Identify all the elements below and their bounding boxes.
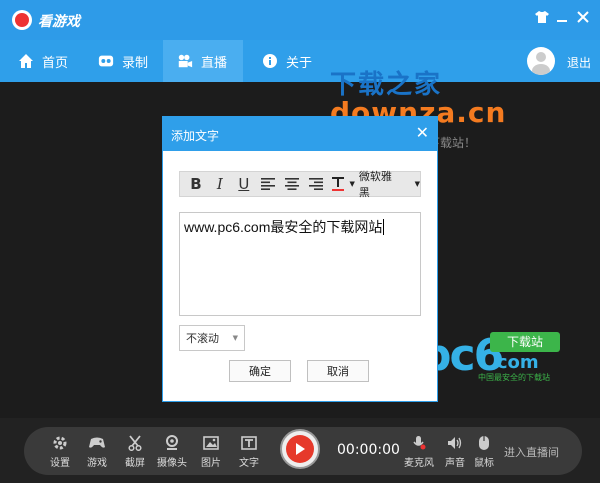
italic-button[interactable]: I [208,172,232,196]
minimize-icon[interactable] [553,10,571,28]
nav-item-live[interactable]: 直播 [163,40,243,82]
skin-icon[interactable] [533,10,551,28]
tool-label: 鼠标 [474,458,494,469]
nav-label: 首页 [42,55,69,71]
ok-button[interactable]: 确定 [229,360,291,382]
microphone-button[interactable]: 麦克风 [404,434,434,469]
mouse-button[interactable]: 鼠标 [469,434,499,469]
close-icon[interactable]: ✕ [416,123,429,142]
play-icon [286,435,314,463]
editor-text: www.pc6.com最安全的下载网站 [184,219,383,235]
nav-label: 直播 [201,55,228,71]
align-center-icon[interactable] [280,172,304,196]
tool-label: 游戏 [87,458,107,469]
pc6-slogan: 中国最安全的下载站 [478,373,550,382]
tool-label: 图片 [201,458,221,469]
chevron-down-icon: ▼ [414,180,421,188]
nav-bar: 首页 录制 直播 关于 [0,40,600,82]
close-icon[interactable] [574,10,592,28]
tool-label: 麦克风 [404,458,434,469]
title-bar: 看游戏 [0,0,600,40]
bold-button[interactable]: B [184,172,208,196]
nav-item-home[interactable]: 首页 [4,40,82,82]
webcam-button[interactable]: 摄像头 [157,434,187,469]
app-title: 看游戏 [38,14,80,30]
webcam-icon [163,434,181,452]
tool-label: 摄像头 [157,458,187,469]
tool-label: 文字 [239,458,259,469]
font-family-select[interactable]: ▼ 微软雅黑 ▼ [349,168,420,200]
app-logo-icon [12,10,32,30]
text-color-icon[interactable] [328,172,348,196]
record-tape-icon [98,53,114,69]
scroll-mode-select[interactable]: 不滚动 ▼ [179,325,245,351]
scissors-icon [126,434,144,452]
screenshot-button[interactable]: 截屏 [120,434,150,469]
record-timer: 00:00:00 [337,442,400,458]
microphone-muted-icon [410,434,428,452]
dialog-header: 添加文字 ✕ [163,117,437,151]
pc6-badge: 下载站 [490,332,560,352]
camera-icon [177,53,193,69]
nav-label: 录制 [122,55,149,71]
mouse-icon [475,434,493,452]
dialog-title: 添加文字 [171,129,220,143]
gear-icon [51,434,69,452]
tool-label: 截屏 [125,458,145,469]
add-text-dialog: 添加文字 ✕ B I U ▼ 微软雅黑 ▼ www.pc6.com最安全的下载网… [162,116,438,402]
home-icon [18,53,34,69]
game-button[interactable]: 游戏 [82,434,112,469]
nav-item-about[interactable]: 关于 [248,40,326,82]
scroll-mode-value: 不滚动 [186,332,219,345]
sound-button[interactable]: 声音 [440,434,470,469]
image-icon [202,434,220,452]
gamepad-icon [88,434,106,452]
align-right-icon[interactable] [304,172,328,196]
cancel-button[interactable]: 取消 [307,360,369,382]
text-icon [240,434,258,452]
tool-label: 声音 [445,458,465,469]
tool-label: 设置 [50,458,70,469]
chevron-down-icon: ▼ [349,180,355,188]
start-record-button[interactable] [280,429,320,469]
nav-label: 关于 [286,55,313,71]
avatar[interactable] [527,47,555,75]
settings-button[interactable]: 设置 [45,434,75,469]
font-family-value: 微软雅黑 [358,170,392,199]
enter-live-room-button[interactable]: 进入直播间 [504,444,559,460]
text-editor[interactable]: www.pc6.com最安全的下载网站 [179,212,421,316]
text-button[interactable]: 文字 [234,434,264,469]
chevron-down-icon: ▼ [232,334,238,342]
nav-item-record[interactable]: 录制 [84,40,162,82]
info-icon [262,53,278,69]
image-button[interactable]: 图片 [196,434,226,469]
speaker-icon [446,434,464,452]
text-format-toolbar: B I U ▼ 微软雅黑 ▼ [179,168,421,200]
logout-link[interactable]: 退出 [567,54,591,71]
pc6-com: .com [490,352,539,373]
underline-button[interactable]: U [232,172,256,196]
align-left-icon[interactable] [256,172,280,196]
